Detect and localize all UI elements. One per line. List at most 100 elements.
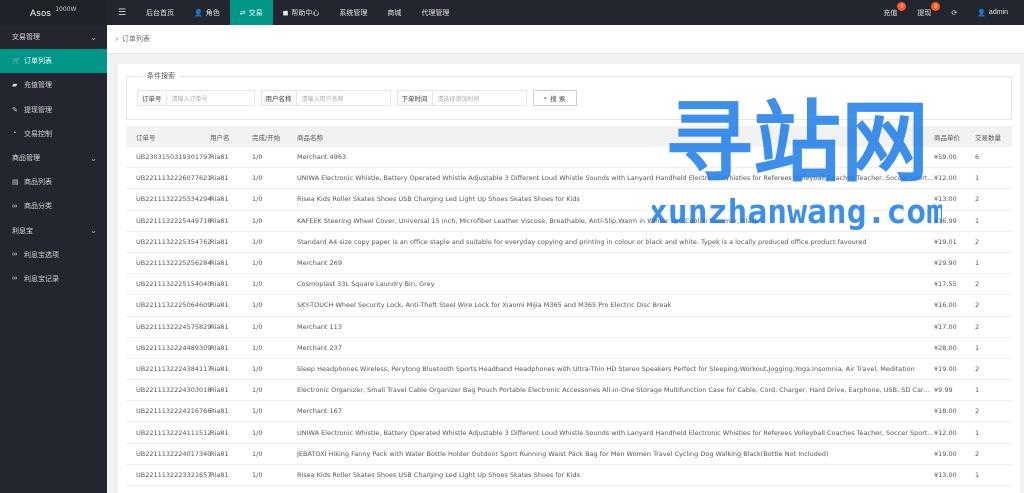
table-row[interactable]: UB2211132224489309 Ria81 1/0 Merchant 237 ¥2… [126, 338, 1012, 359]
topnav-item-2[interactable]: ⇄ 交易 [229, 0, 273, 25]
sidebar-item-4[interactable]: ◔ 交易控制 [0, 122, 107, 146]
table-row[interactable]: UB2211132225449718 Ria81 1/0 KAFEEK Steerin… [126, 211, 1012, 232]
table-row[interactable]: UB2303150319301797 Ria81 1/0 Merchant 4963 ¥… [126, 147, 1012, 169]
withdraw-link[interactable]: 提现 0 [907, 0, 941, 25]
topnav-item-4[interactable]: 系统管理 [329, 0, 377, 25]
cell-progress: 1/0 [252, 280, 263, 289]
topnav-label: 代理管理 [421, 9, 450, 17]
withdraw-badge: 0 [931, 2, 941, 11]
sidebar-item-7[interactable]: ∞ 商品分类 [0, 194, 107, 218]
topnav-item-3[interactable]: ◼ 帮助中心 [273, 0, 330, 25]
col-product[interactable]: 商品名称 [297, 132, 934, 142]
logo[interactable]: Asos 1000W [0, 0, 107, 25]
cell-qty: 2 [975, 301, 980, 310]
col-price[interactable]: 商品单价 [934, 132, 975, 142]
cell-username: Ria81 [210, 153, 229, 162]
sidebar-item-10[interactable]: ∞ 利息宝记录 [0, 267, 107, 291]
table-row[interactable]: UB2211132224017340 Ria81 1/0 JEBATOXI Hikin… [126, 444, 1012, 465]
topnav-item-5[interactable]: 商城 [377, 0, 411, 25]
sidebar-item-label: 商品列表 [24, 179, 52, 187]
table-row[interactable]: UB2211132223321657 Ria81 1/0 Risea Kids Rol… [126, 465, 1012, 486]
cell-progress: 1/0 [252, 407, 263, 416]
col-qty[interactable]: 交易数量 [975, 132, 1005, 142]
cell-username: Ria81 [210, 322, 229, 331]
table-row[interactable]: UB2211132224111512 Ria81 1/0 UNIWA Electron… [126, 422, 1012, 444]
cell-product: JEBATOXI Hiking Fanny Pack with Water Bo… [297, 449, 829, 458]
order-time-input[interactable]: 请选择添加时间 [432, 90, 527, 106]
gauge-icon: ◔ [12, 130, 17, 138]
cell-progress: 1/0 [252, 343, 263, 352]
cell-order-no: UB2211132225064609 [136, 301, 212, 310]
sidebar-item-label: 交易管理 [12, 34, 40, 42]
cell-product: SKY-TOUCH Wheel Security Lock, Anti-Thef… [297, 301, 672, 310]
topnav-item-1[interactable]: 👤 角色 [184, 0, 230, 25]
cell-progress: 1/0 [252, 174, 263, 183]
search-button[interactable]: ⌕ 搜 索 [532, 90, 577, 106]
table-row[interactable]: UB2211132225154040 Ria81 1/0 Cosmoplast 33L… [126, 274, 1012, 296]
order-time-label: 下单时间 [396, 90, 433, 106]
table-row[interactable]: UB2211132224575829 Ria81 1/0 Merchant 113 ¥1… [126, 317, 1012, 338]
brand-name: Asos [30, 7, 52, 18]
cell-order-no: UB2211132224489309 [136, 343, 212, 352]
table-row[interactable]: UB2211132223232089Ria811/0Label Maker Ma… [126, 486, 1012, 493]
table-row[interactable]: UB2211132225534294 Ria81 1/0 Risea Kids Rol… [126, 189, 1012, 211]
sidebar-item-3[interactable]: ✎ 提现管理 [0, 98, 107, 122]
user-icon: 👤 [194, 9, 203, 17]
table-row[interactable]: UB2211132226077621 Ria81 1/0 UNIWA Electron… [126, 168, 1012, 190]
cell-progress: 1/0 [252, 386, 263, 395]
sidebar-group-8[interactable]: 利息宝 ⌄ [0, 219, 107, 243]
cell-username: Ria81 [210, 428, 229, 437]
cell-qty: 2 [975, 195, 980, 204]
sidebar-group-5[interactable]: 商品管理 ⌄ [0, 146, 107, 170]
cell-qty: 2 [975, 407, 980, 416]
content-panel: 条件搜索 订单号 请输入订单号 用户名称 请输入用户名称 下单时间 请选择添加时… [118, 64, 1020, 493]
user-menu[interactable]: 👤 admin [967, 0, 1018, 25]
cell-qty: 2 [975, 237, 980, 246]
table-row[interactable]: UB2211132225064609 Ria81 1/0 SKY-TOUCH Whee… [126, 295, 1012, 317]
sidebar-item-1[interactable]: 🛒 订单列表 [0, 49, 107, 74]
sidebar-item-2[interactable]: ▰ 充值管理 [0, 73, 107, 97]
cell-progress: 1/0 [252, 364, 263, 373]
cell-progress: 1/0 [252, 195, 263, 204]
user-name: admin [988, 9, 1008, 16]
table-row[interactable]: UB2211132225256284 Ria81 1/0 Merchant 269 ¥2… [126, 253, 1012, 275]
sidebar-item-label: 利息宝 [12, 227, 33, 235]
cell-price: ¥13.00 [934, 470, 957, 479]
username-input[interactable]: 请输入用户名称 [296, 90, 391, 106]
col-username[interactable]: 用户名 [210, 132, 252, 142]
col-progress[interactable]: 完成/开始 [252, 132, 297, 142]
cell-order-no: UB2211132224575829 [136, 322, 212, 331]
help-icon: ◼ [282, 9, 289, 17]
topnav-item-6[interactable]: 代理管理 [411, 0, 459, 25]
cell-product: KAFEEK Steering Wheel Cover, Universal 1… [297, 216, 759, 225]
cell-order-no: UB2211132225154040 [136, 280, 212, 289]
cell-username: Ria81 [210, 449, 229, 458]
cell-username: Ria81 [210, 343, 229, 352]
order-no-label: 订单号 [137, 90, 167, 106]
cell-qty: 2 [975, 280, 980, 289]
sidebar-item-label: 提现管理 [24, 106, 52, 114]
sidebar-item-6[interactable]: ▤ 商品列表 [0, 170, 107, 194]
table-row[interactable]: UB2211132224216766 Ria81 1/0 Merchant 167 ¥1… [126, 401, 1012, 423]
sidebar-group-0[interactable]: 交易管理 ⌄ [0, 25, 107, 49]
cell-price: ¥17.00 [934, 322, 957, 331]
exchange-icon: ⇄ [239, 9, 246, 17]
cell-qty: 6 [975, 153, 980, 162]
cell-progress: 1/0 [252, 216, 263, 225]
sidebar-item-label: 利息宝选项 [24, 251, 59, 259]
sidebar-item-9[interactable]: ∞ 利息宝选项 [0, 243, 107, 267]
cell-price: ¥19.00 [934, 449, 957, 458]
recharge-link[interactable]: 充值 0 [873, 0, 907, 25]
order-no-input[interactable]: 请输入订单号 [166, 90, 255, 106]
breadcrumb-current[interactable]: 订单列表 [122, 34, 150, 44]
username-label: 用户名称 [260, 90, 297, 106]
table-row[interactable]: UB2211132224384117 Ria81 1/0 Sleep Headphon… [126, 359, 1012, 381]
refresh-icon[interactable]: ⟳ [941, 0, 967, 25]
table-row[interactable]: UB2211132225354762 Ria81 1/0 Standard A4 si… [126, 232, 1012, 253]
table-row[interactable]: UB2211132224303018 Ria81 1/0 Electronic Org… [126, 380, 1012, 402]
col-order-no[interactable]: 订单号 [126, 132, 210, 142]
cell-product: Merchant 4963 [297, 153, 347, 162]
topnav-item-0[interactable]: 后台首页 [136, 0, 184, 25]
menu-toggle-icon[interactable]: ☰ [115, 0, 129, 25]
user-icon: 👤 [977, 9, 986, 17]
